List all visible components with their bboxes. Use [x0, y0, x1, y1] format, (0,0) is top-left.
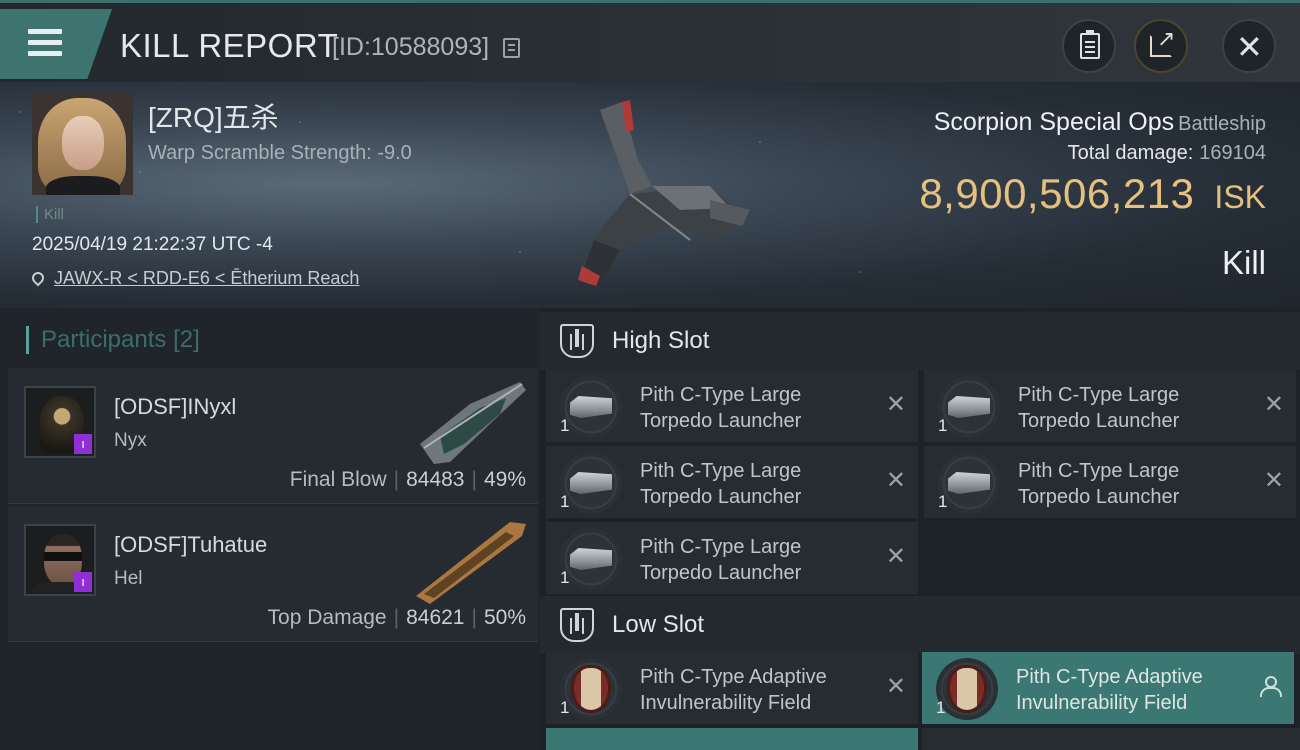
ship-class: Battleship [1178, 113, 1266, 135]
slot-icon [560, 324, 594, 358]
victim-ship-image [578, 100, 750, 286]
remove-icon: ✕ [1263, 390, 1284, 418]
remove-icon: ✕ [885, 672, 906, 700]
participant-stats: Final Blow | 84483 | 49% [289, 468, 526, 491]
participant-ship-image [420, 382, 526, 464]
top-bar: KILL REPORT [ID:10588093] ✕ [0, 0, 1300, 82]
module-name: Pith C-Type Large Torpedo Launcher [640, 460, 802, 508]
close-button[interactable]: ✕ [1222, 19, 1276, 73]
ship-name: Scorpion Special Ops [933, 108, 1175, 136]
participant-damage: 84621 [406, 606, 465, 629]
participants-panel: Participants [2] ı [ODSF]INyxl Nyx Final… [0, 308, 540, 750]
location-pin-icon [29, 269, 47, 287]
module-name: Pith C-Type Large Torpedo Launcher [640, 536, 802, 584]
module-item-partial[interactable] [922, 728, 1300, 750]
avatar[interactable]: ı [24, 386, 96, 458]
isk-value: 8,900,506,213 ISK [919, 170, 1266, 218]
module-quantity: 1 [938, 416, 948, 435]
remove-icon: ✕ [885, 466, 906, 494]
participant-name: [ODSF]INyxl [114, 394, 237, 419]
participant-row[interactable]: ı [ODSF]Tuhatue Hel Top Damage | 84621 | 50% [8, 506, 538, 642]
slot-title: High Slot [612, 327, 710, 354]
participant-percent: 50% [483, 606, 526, 629]
participant-ship-image [416, 522, 526, 604]
total-damage-value: 169104 [1199, 142, 1266, 164]
page-title: KILL REPORT [120, 27, 339, 64]
isk-unit: ISK [1214, 179, 1266, 215]
module-item[interactable]: 1 Pith C-Type Large Torpedo Launcher ✕ [546, 370, 918, 442]
remove-icon: ✕ [885, 542, 906, 570]
kill-tag: Kill [36, 206, 64, 223]
participants-header: Participants [2] [26, 326, 200, 354]
participant-stats: Top Damage | 84621 | 50% [267, 606, 526, 629]
module-name: Pith C-Type Large Torpedo Launcher [1018, 384, 1180, 432]
victim-portrait[interactable] [32, 94, 133, 195]
module-name: Pith C-Type Large Torpedo Launcher [640, 384, 802, 432]
share-icon [1150, 27, 1175, 57]
kill-location[interactable]: JAWX-R < RDD-E6 < Ētherium Reach [29, 268, 359, 289]
module-quantity: 1 [938, 492, 948, 511]
pilot-badge-icon: ı [74, 434, 92, 454]
module-quantity: 1 [560, 492, 570, 511]
fitting-panel: High Slot 1 Pith C-Type Large Torpedo Lau… [540, 308, 1300, 750]
module-name: Pith C-Type Adaptive Invulnerability Fiel… [1016, 666, 1203, 714]
module-item[interactable]: 1 Pith C-Type Large Torpedo Launcher ✕ [924, 446, 1296, 518]
menu-icon [28, 29, 62, 62]
victim-summary: [ZRQ]五杀 Warp Scramble Strength: -9.0 Kil… [0, 82, 1300, 308]
module-quantity: 1 [560, 698, 570, 717]
ship-type: Scorpion Special Ops Battleship [934, 108, 1266, 137]
participant-role: Final Blow [289, 468, 387, 491]
share-button[interactable] [1134, 19, 1188, 73]
high-slot-header: High Slot [540, 312, 1300, 370]
close-icon: ✕ [1236, 28, 1263, 66]
module-item[interactable]: 1 Pith C-Type Large Torpedo Launcher ✕ [924, 370, 1296, 442]
low-slot-header: Low Slot [540, 596, 1300, 654]
total-damage-label: Total damage: [1067, 142, 1194, 164]
module-name: Pith C-Type Adaptive Invulnerability Fiel… [640, 666, 827, 714]
clipboard-icon [1080, 30, 1100, 59]
participants-count: [2] [173, 326, 200, 353]
warp-scramble-strength: Warp Scramble Strength: -9.0 [148, 142, 412, 164]
person-icon [1260, 676, 1282, 697]
kill-result: Kill [1221, 244, 1266, 281]
module-item[interactable]: 1 Pith C-Type Large Torpedo Launcher ✕ [546, 446, 918, 518]
remove-icon: ✕ [885, 390, 906, 418]
participant-name: [ODSF]Tuhatue [114, 532, 268, 557]
module-item[interactable]: 1 Pith C-Type Large Torpedo Launcher ✕ [546, 522, 918, 594]
module-item[interactable]: 1 Pith C-Type Adaptive Invulnerability Fi… [546, 652, 918, 724]
participant-percent: 49% [483, 468, 526, 491]
participant-ship: Hel [114, 568, 143, 589]
remove-icon: ✕ [1263, 466, 1284, 494]
slot-title: Low Slot [612, 611, 705, 638]
pilot-badge-icon: ı [74, 572, 92, 592]
copy-icon[interactable] [503, 38, 520, 58]
module-quantity: 1 [560, 568, 570, 587]
module-quantity: 1 [560, 416, 570, 435]
avatar[interactable]: ı [24, 524, 96, 596]
module-quantity: 1 [936, 698, 946, 717]
menu-button[interactable] [0, 9, 112, 79]
participants-label: Participants [41, 326, 167, 353]
module-item-partial[interactable] [546, 728, 918, 750]
module-name: Pith C-Type Large Torpedo Launcher [1018, 460, 1180, 508]
total-damage: Total damage: 169104 [1068, 142, 1266, 165]
isk-amount: 8,900,506,213 [919, 170, 1195, 217]
module-item[interactable]: 1 Pith C-Type Adaptive Invulnerability Fi… [922, 652, 1294, 724]
slot-icon [560, 608, 594, 642]
participant-ship: Nyx [114, 430, 147, 451]
location-link[interactable]: JAWX-R < RDD-E6 < Ētherium Reach [54, 268, 359, 288]
report-id: [ID:10588093] [332, 33, 490, 61]
clipboard-button[interactable] [1062, 19, 1116, 73]
participant-role: Top Damage [267, 606, 387, 629]
participant-damage: 84483 [406, 468, 465, 491]
participant-row[interactable]: ı [ODSF]INyxl Nyx Final Blow | 84483 | 49% [8, 368, 538, 504]
kill-datetime: 2025/04/19 21:22:37 UTC -4 [32, 234, 273, 255]
victim-name: [ZRQ]五杀 [148, 102, 279, 133]
